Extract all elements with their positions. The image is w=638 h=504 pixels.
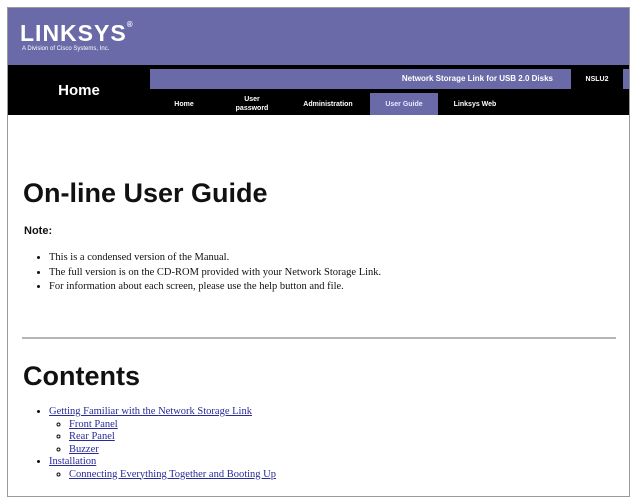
product-strip: Network Storage Link for USB 2.0 Disks N… — [150, 69, 629, 89]
toc-subitem: Front Panel — [69, 419, 623, 432]
tab-administration[interactable]: Administration — [286, 93, 370, 115]
tab-linksys-web[interactable]: Linksys Web — [438, 93, 512, 115]
notes-list: This is a condensed version of the Manua… — [23, 251, 623, 295]
logo-trademark: ® — [126, 20, 134, 29]
tab-home[interactable]: Home — [150, 93, 218, 115]
toc-list: Getting Familiar with the Network Storag… — [23, 406, 623, 481]
toc-subitem: Buzzer — [69, 444, 623, 457]
tab-bar: Home User password Administration User G… — [150, 93, 512, 115]
tab-user-guide[interactable]: User Guide — [370, 93, 438, 115]
contents-title: Contents — [23, 361, 140, 391]
note-item: For information about each screen, pleas… — [49, 280, 623, 295]
toc-subitem: Rear Panel — [69, 431, 623, 444]
toc-link-getting-familiar[interactable]: Getting Familiar with the Network Storag… — [49, 406, 252, 417]
horizontal-rule — [22, 337, 616, 339]
contents-section: Contents Getting Familiar with the Netwo… — [23, 361, 623, 481]
tab-user-password[interactable]: User password — [218, 93, 286, 115]
guide-title: On-line User Guide — [23, 178, 268, 208]
toc-item: Installation Connecting Everything Toget… — [49, 456, 623, 481]
page-title: Home — [58, 81, 100, 99]
toc-link-connecting[interactable]: Connecting Everything Together and Booti… — [69, 469, 276, 480]
toc-sublist: Front Panel Rear Panel Buzzer — [49, 419, 623, 457]
model-badge: NSLU2 — [571, 69, 623, 89]
toc-sublist: Connecting Everything Together and Booti… — [49, 469, 623, 482]
guide-section: On-line User Guide Note: This is a conde… — [23, 178, 623, 295]
browser-page: LINKSYS® A Division of Cisco Systems, In… — [7, 7, 630, 497]
brand-bar: LINKSYS® A Division of Cisco Systems, In… — [8, 8, 629, 65]
nav-bar: Home Network Storage Link for USB 2.0 Di… — [8, 65, 629, 115]
logo-tagline: A Division of Cisco Systems, Inc. — [22, 46, 110, 52]
note-label: Note: — [24, 225, 53, 237]
linksys-logo: LINKSYS® — [20, 20, 134, 47]
toc-link-installation[interactable]: Installation — [49, 456, 96, 467]
toc-link-buzzer[interactable]: Buzzer — [69, 444, 99, 455]
logo-text: LINKSYS — [20, 20, 127, 46]
note-item: This is a condensed version of the Manua… — [49, 251, 623, 266]
toc-item: Getting Familiar with the Network Storag… — [49, 406, 623, 456]
product-name: Network Storage Link for USB 2.0 Disks — [401, 74, 553, 83]
toc-link-front-panel[interactable]: Front Panel — [69, 419, 118, 430]
toc-link-rear-panel[interactable]: Rear Panel — [69, 431, 115, 442]
note-item: The full version is on the CD-ROM provid… — [49, 266, 623, 281]
toc-subitem: Connecting Everything Together and Booti… — [69, 469, 623, 482]
